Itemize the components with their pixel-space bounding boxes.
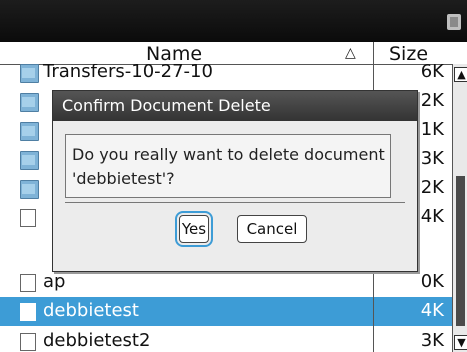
folder-icon [20, 122, 39, 141]
file-size: 0K [420, 271, 444, 292]
file-size: 3K [420, 330, 444, 351]
folder-icon [20, 64, 39, 83]
scroll-thumb[interactable] [456, 176, 465, 326]
size-column-label[interactable]: Size [389, 43, 428, 65]
file-size: 4K [420, 206, 444, 227]
file-size: 2K [420, 90, 444, 111]
list-item[interactable]: ap 0K [0, 268, 452, 297]
dialog-title-bar: Confirm Document Delete [53, 91, 417, 121]
dialog-message: Do you really want to delete document 'd… [72, 143, 392, 191]
folder-icon [20, 180, 39, 199]
dialog-separator [65, 202, 405, 203]
scrollbar[interactable]: ▲ ▼ [452, 64, 467, 352]
yes-button[interactable]: Yes [175, 211, 213, 247]
folder-icon [20, 93, 39, 112]
file-name: debbietest2 [43, 330, 151, 351]
dialog-title: Confirm Document Delete [62, 96, 271, 115]
file-size: 6K [420, 64, 444, 82]
file-size: 3K [420, 148, 444, 169]
dialog-message-box: Do you really want to delete document 'd… [65, 134, 391, 198]
file-size: 4K [420, 300, 444, 321]
column-header: Name △ Size [0, 42, 467, 65]
folder-icon [20, 151, 39, 170]
document-icon [20, 209, 36, 227]
sort-ascending-icon[interactable]: △ [345, 45, 356, 61]
cancel-button[interactable]: Cancel [237, 215, 307, 243]
document-icon [20, 333, 36, 351]
list-item[interactable]: debbietest2 3K [0, 327, 452, 352]
name-column-header[interactable]: Name △ [0, 42, 374, 65]
dialog-message-line1: Do you really want to delete document [72, 145, 385, 164]
battery-icon [447, 14, 461, 30]
name-column-label: Name [146, 43, 203, 65]
file-name: ap [43, 271, 66, 292]
top-status-bar [0, 0, 467, 42]
document-icon [20, 274, 36, 292]
document-icon [20, 303, 36, 321]
file-name: debbietest [43, 300, 139, 321]
file-name: Transfers-10-27-10 [43, 64, 213, 82]
list-item-selected[interactable]: debbietest 4K [0, 297, 452, 326]
arrow-up-icon[interactable]: ▲ [454, 67, 467, 82]
dialog-message-line2: 'debbietest'? [72, 169, 175, 188]
confirm-delete-dialog: Confirm Document Delete Do you really wa… [52, 90, 418, 272]
file-size: 2K [420, 177, 444, 198]
file-size: 1K [420, 119, 444, 140]
list-item[interactable]: Transfers-10-27-10 6K [0, 64, 452, 87]
arrow-down-icon[interactable]: ▼ [454, 335, 467, 350]
